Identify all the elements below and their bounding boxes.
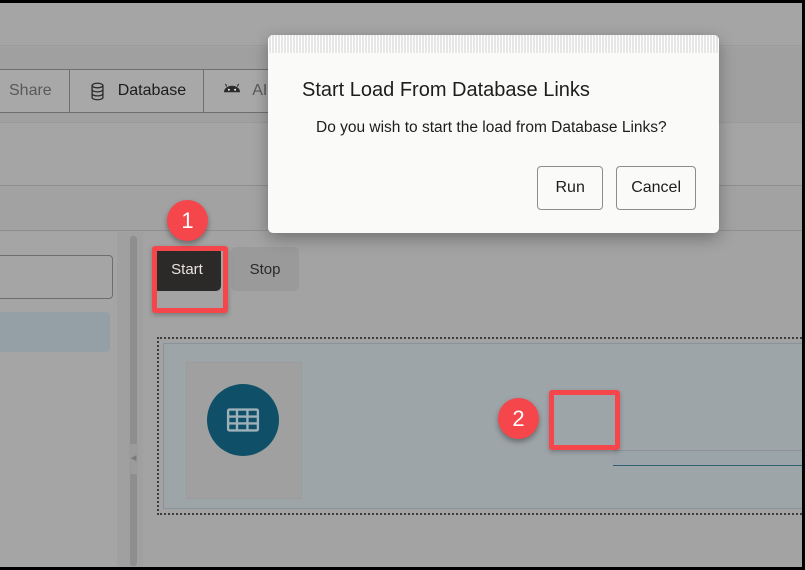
panel-splitter[interactable]: ◄ xyxy=(126,232,142,567)
tab-database-label: Database xyxy=(118,82,187,100)
workspace: ◄ Start Stop ... xyxy=(0,232,802,567)
tab-share[interactable]: Share xyxy=(0,70,70,112)
canvas-accent-band xyxy=(613,450,802,466)
dialog-title: Start Load From Database Links xyxy=(302,79,590,102)
database-icon xyxy=(87,80,109,102)
splitter-handle[interactable] xyxy=(130,236,137,566)
android-robot-icon xyxy=(221,80,243,102)
table-grid-icon xyxy=(207,384,279,456)
stop-button[interactable]: Stop xyxy=(231,247,299,291)
tab-share-label: Share xyxy=(9,82,52,100)
action-toolbar: Start Stop xyxy=(153,247,299,291)
dialog-actions: Run Cancel xyxy=(537,166,696,210)
content-pane: Start Stop ... xyxy=(143,232,802,567)
sidebar-search-input[interactable] xyxy=(0,255,113,299)
dialog-run-button[interactable]: Run xyxy=(537,166,603,210)
confirm-dialog: Start Load From Database Links Do you wi… xyxy=(268,35,719,233)
flow-drop-region[interactable] xyxy=(157,337,802,515)
tab-database[interactable]: Database xyxy=(70,70,205,112)
dialog-titlebar xyxy=(268,35,719,53)
sidebar xyxy=(0,232,117,567)
flow-node-card[interactable] xyxy=(186,362,302,499)
frame-top xyxy=(0,0,805,3)
application-window: Share Database xyxy=(0,3,802,567)
start-button[interactable]: Start xyxy=(153,247,221,291)
chevron-left-icon[interactable]: ◄ xyxy=(129,444,138,474)
dialog-message: Do you wish to start the load from Datab… xyxy=(316,119,667,137)
dialog-cancel-button[interactable]: Cancel xyxy=(616,166,696,210)
flow-drop-inner xyxy=(163,343,802,509)
sidebar-item-selected[interactable] xyxy=(0,312,110,352)
screenshot-root: Share Database xyxy=(0,0,805,570)
